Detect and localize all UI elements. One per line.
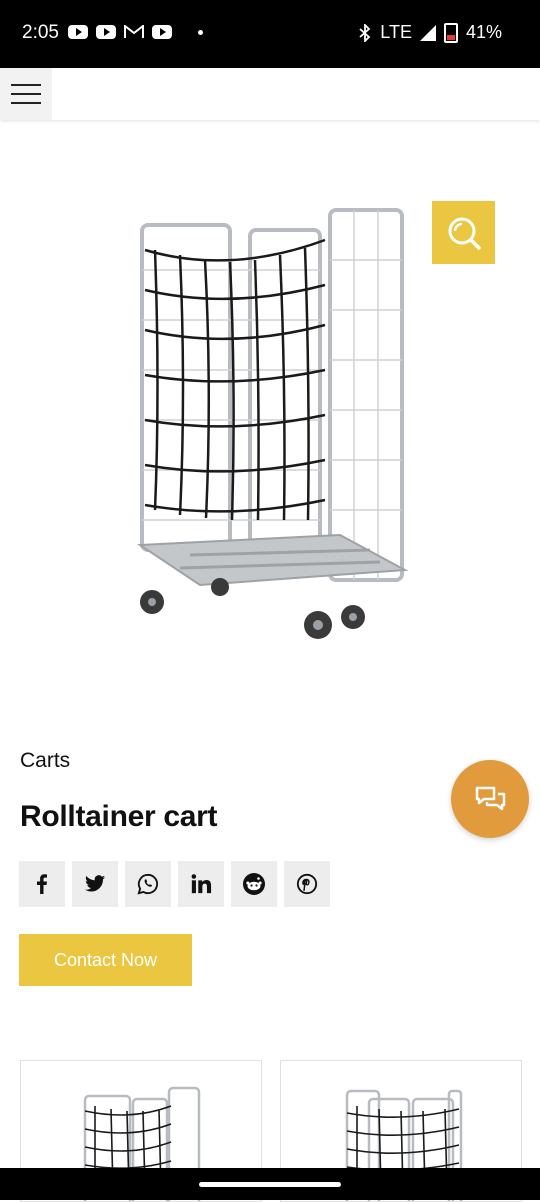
network-type: LTE [380, 22, 412, 42]
gmail-notification-icon [124, 25, 144, 38]
product-image[interactable] [120, 190, 420, 660]
product-category[interactable]: Carts [20, 749, 70, 773]
menu-button[interactable] [0, 68, 52, 120]
site-header [0, 68, 540, 120]
whatsapp-icon [137, 873, 159, 895]
status-right: LTE 41% [358, 22, 502, 43]
more-notifications-dot-icon [198, 29, 203, 35]
share-linkedin-button[interactable] [178, 861, 224, 907]
search-zoom-icon [448, 217, 481, 250]
status-time: 2:05 [22, 22, 59, 43]
share-facebook-button[interactable] [19, 861, 65, 907]
share-twitter-button[interactable] [72, 861, 118, 907]
youtube-notification-icon [96, 25, 116, 39]
contact-now-button[interactable]: Contact Now [19, 934, 192, 986]
notification-icons [68, 25, 203, 39]
facebook-icon [37, 874, 47, 894]
youtube-notification-icon [68, 25, 88, 39]
product-title: Rolltainer cart [20, 800, 218, 833]
share-reddit-button[interactable] [231, 861, 277, 907]
bluetooth-icon [359, 23, 371, 42]
chat-button[interactable] [451, 760, 529, 838]
pinterest-icon [296, 873, 318, 895]
battery-icon [443, 22, 458, 43]
share-whatsapp-button[interactable] [125, 861, 171, 907]
reddit-icon [243, 873, 265, 895]
youtube-notification-icon [152, 25, 172, 39]
zoom-button[interactable] [432, 201, 495, 264]
status-bar: 2:05 LTE 41% [0, 0, 540, 68]
linkedin-icon [191, 874, 212, 894]
chat-bubbles-icon [475, 786, 506, 811]
battery-percent: 41% [465, 22, 502, 42]
system-navigation-bar [0, 1168, 540, 1200]
home-indicator[interactable] [199, 1182, 341, 1187]
share-pinterest-button[interactable] [284, 861, 330, 907]
hamburger-line [11, 102, 41, 104]
twitter-icon [84, 875, 106, 892]
hamburger-line [11, 93, 41, 95]
hamburger-icon [11, 84, 41, 86]
signal-icon [419, 24, 436, 41]
share-buttons [19, 861, 330, 907]
